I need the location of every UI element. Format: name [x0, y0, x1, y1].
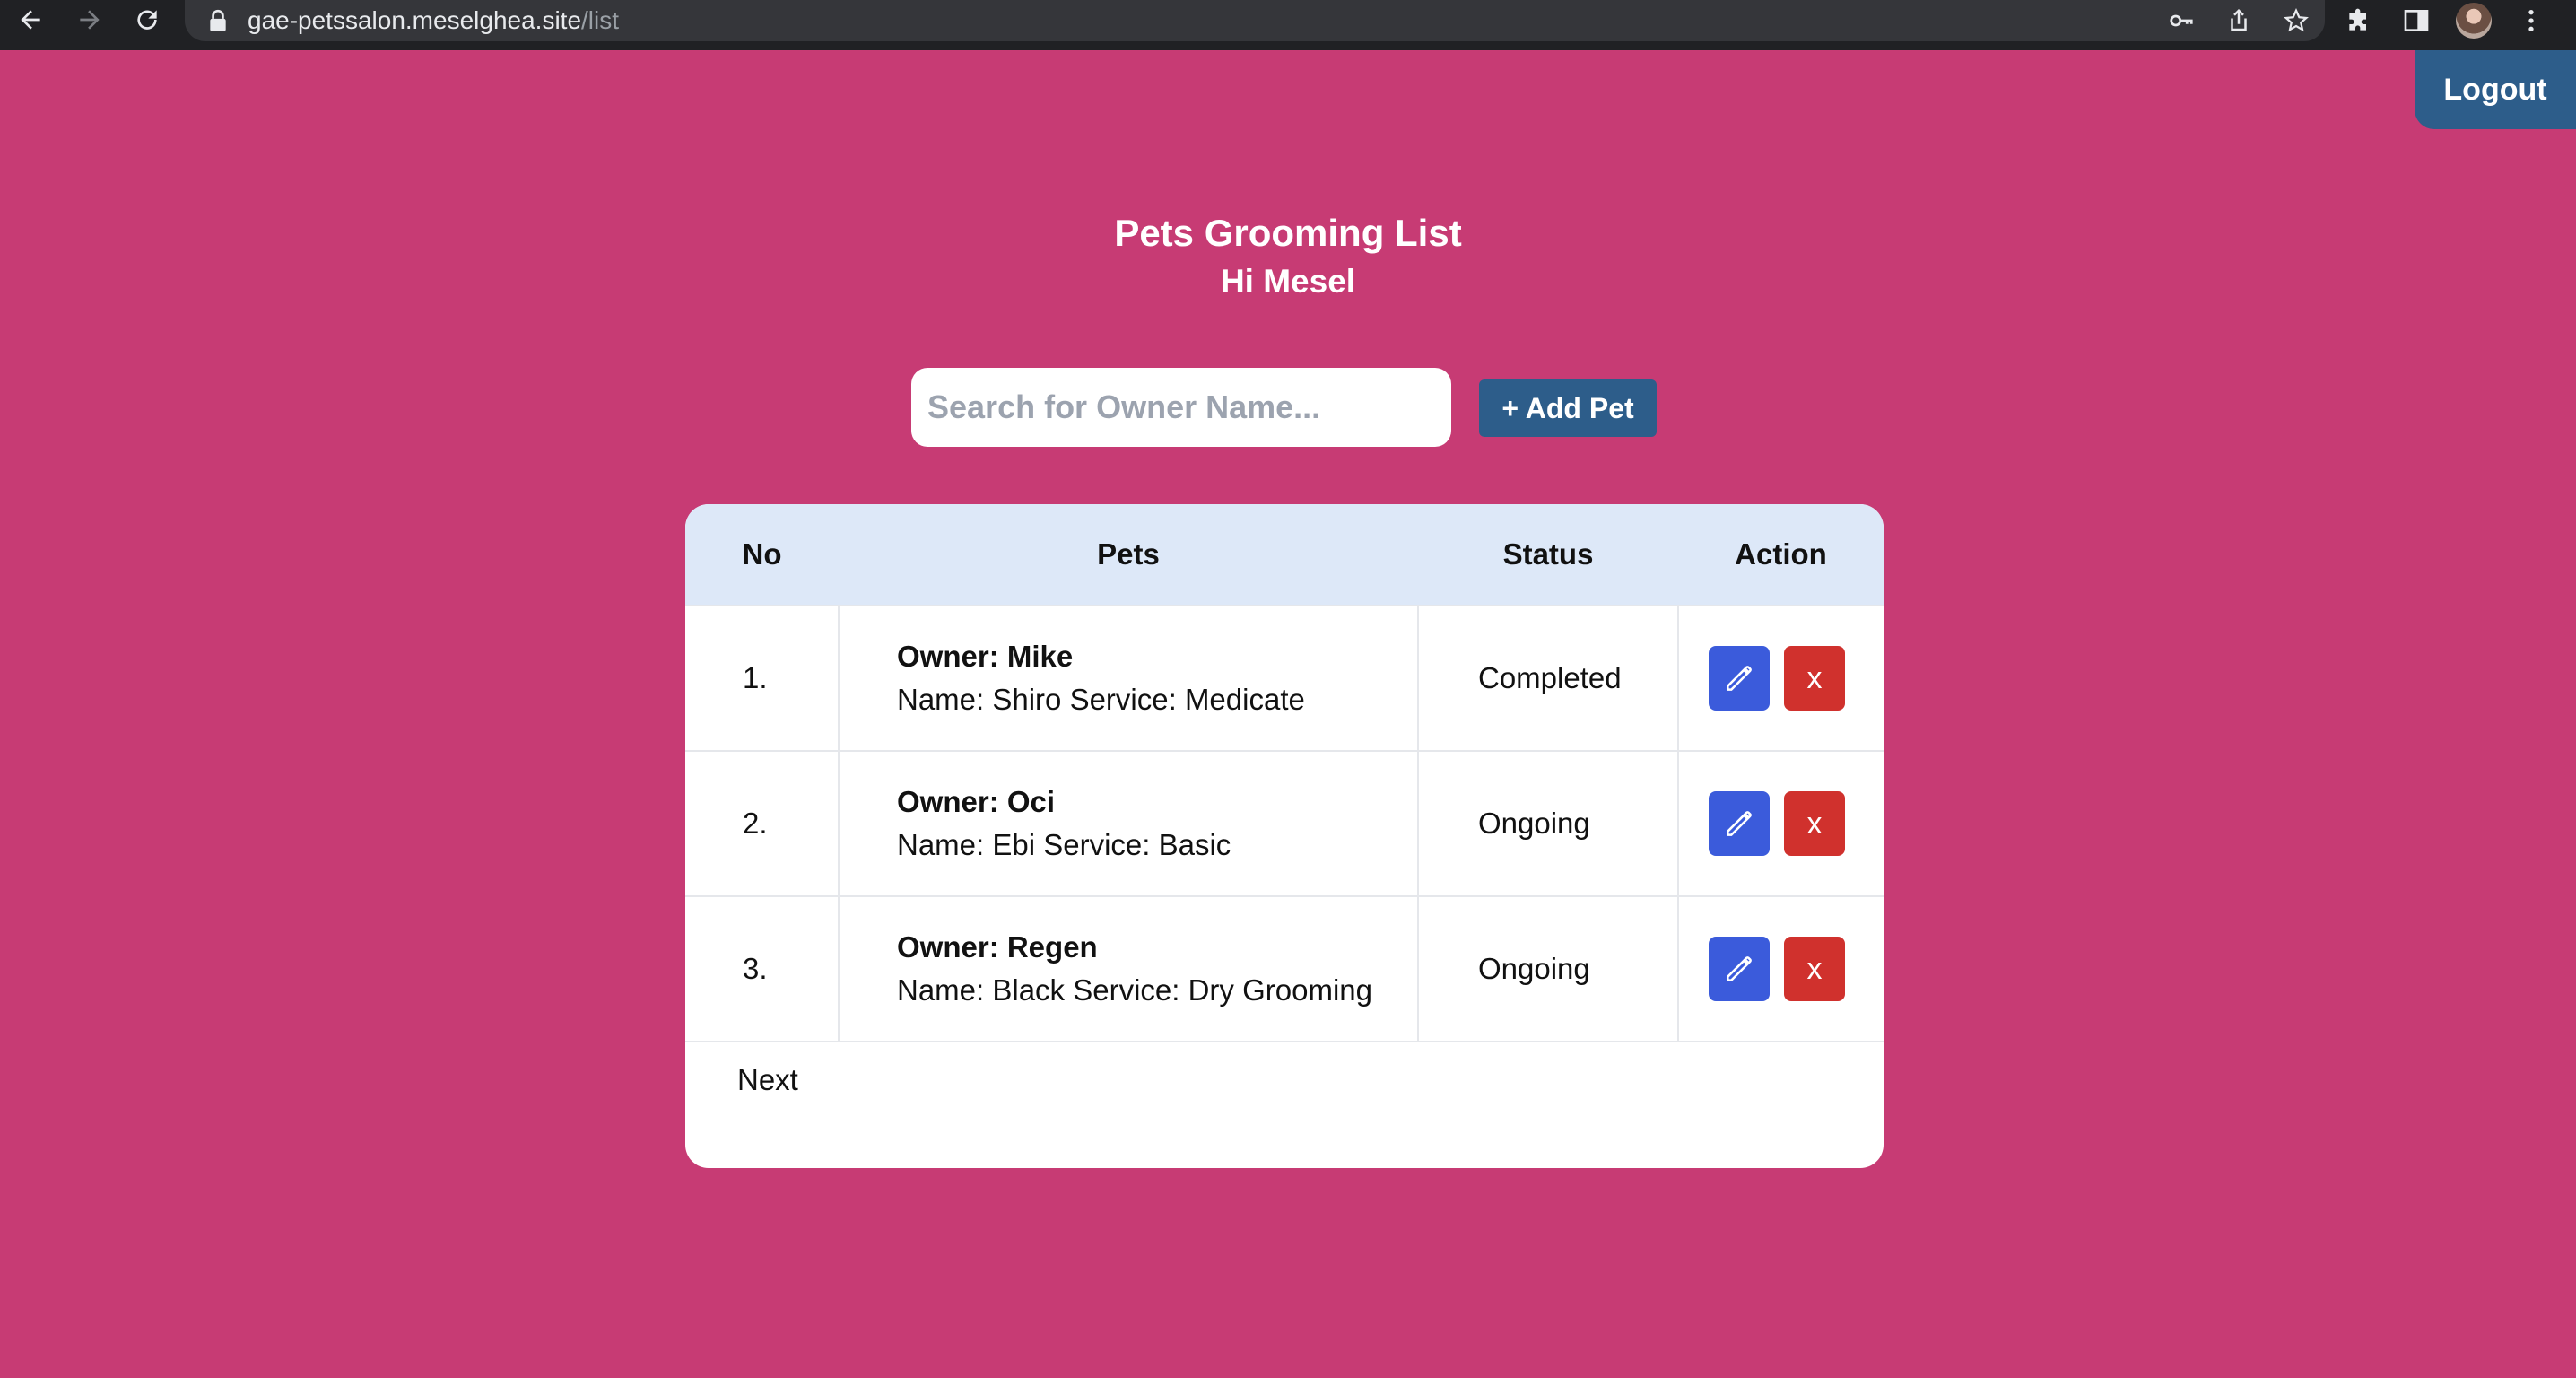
status-text: Ongoing	[1417, 751, 1678, 896]
status-text: Completed	[1417, 606, 1678, 751]
edit-button[interactable]	[1709, 937, 1770, 1001]
forward-icon	[80, 10, 100, 30]
pet-cell: Owner: Mike Name: Shiro Service: Medicat…	[838, 606, 1418, 751]
forward-button[interactable]	[65, 0, 115, 45]
column-header-status: Status	[1502, 537, 1594, 571]
pet-cell: Owner: Regen Name: Black Service: Dry Gr…	[838, 896, 1418, 1042]
delete-button[interactable]: x	[1784, 646, 1845, 711]
column-header-pets: Pets	[1097, 537, 1160, 571]
pencil-icon	[1727, 666, 1752, 691]
column-header-action: Action	[1735, 537, 1827, 571]
pet-details: Name: Ebi Service: Basic	[897, 828, 1231, 861]
next-page-link[interactable]: Next	[737, 1063, 798, 1096]
edit-button[interactable]	[1709, 791, 1770, 856]
pet-details: Name: Shiro Service: Medicate	[897, 683, 1305, 716]
owner-name: Owner: Oci	[897, 785, 1056, 818]
key-icon	[2170, 14, 2193, 27]
action-cell: x	[1677, 606, 1884, 751]
share-icon	[2231, 8, 2247, 31]
pencil-icon	[1727, 811, 1752, 836]
pet-details: Name: Black Service: Dry Grooming	[897, 973, 1372, 1007]
side-panel-button[interactable]	[2388, 0, 2445, 41]
logout-button[interactable]: Logout	[2415, 50, 2576, 129]
delete-button[interactable]: x	[1784, 791, 1845, 856]
owner-name: Owner: Regen	[897, 930, 1098, 964]
browser-toolbar: gae-petssalon.meselghea.site/list	[0, 0, 2576, 50]
url-host: gae-petssalon.meselghea.site	[248, 6, 582, 34]
delete-button[interactable]: x	[1784, 937, 1845, 1001]
table-row: 1. Owner: Mike Name: Shiro Service: Medi…	[685, 606, 1884, 751]
add-pet-button[interactable]: + Add Pet	[1479, 379, 1657, 437]
action-cell: x	[1677, 896, 1884, 1042]
column-header-no: No	[742, 537, 782, 571]
row-number: 1.	[743, 661, 768, 694]
table-row: 3. Owner: Regen Name: Black Service: Dry…	[685, 896, 1884, 1042]
status-text: Ongoing	[1417, 896, 1678, 1042]
back-icon	[21, 10, 40, 30]
page-content: Logout Pets Grooming List Hi Mesel + Add…	[0, 50, 2576, 1378]
menu-icon	[2528, 10, 2534, 31]
search-input[interactable]	[911, 368, 1451, 447]
password-key-button[interactable]	[2153, 0, 2210, 41]
owner-name: Owner: Mike	[897, 640, 1074, 673]
table-row: 2. Owner: Oci Name: Ebi Service: Basic O…	[685, 751, 1884, 896]
action-cell: x	[1677, 751, 1884, 896]
row-number: 2.	[743, 807, 768, 840]
star-icon	[2284, 8, 2309, 32]
menu-button[interactable]	[2502, 0, 2560, 41]
share-button[interactable]	[2210, 0, 2267, 41]
row-number: 3.	[743, 952, 768, 985]
extensions-icon	[2349, 8, 2366, 31]
avatar	[2456, 3, 2492, 39]
pencil-icon	[1727, 956, 1752, 981]
bookmark-star-button[interactable]	[2267, 0, 2325, 41]
pets-table-card: No Pets Status Action 1. Owner: Mike Nam…	[685, 504, 1884, 1168]
greeting: Hi Mesel	[1220, 263, 1356, 300]
url-text: gae-petssalon.meselghea.site/list	[248, 6, 619, 35]
lock-icon	[210, 9, 226, 31]
address-bar[interactable]: gae-petssalon.meselghea.site/list	[185, 0, 2325, 41]
profile-button[interactable]	[2445, 0, 2502, 41]
reload-icon	[137, 10, 157, 30]
reload-button[interactable]	[122, 0, 172, 45]
side-panel-icon	[2404, 10, 2429, 31]
edit-button[interactable]	[1709, 646, 1770, 711]
pagination-row: Next	[685, 1042, 1884, 1117]
pets-table: No Pets Status Action 1. Owner: Mike Nam…	[685, 504, 1884, 1117]
page-title: Pets Grooming List	[1114, 212, 1462, 254]
extensions-button[interactable]	[2330, 0, 2388, 41]
pet-cell: Owner: Oci Name: Ebi Service: Basic	[838, 751, 1418, 896]
url-path: /list	[581, 6, 620, 34]
back-button[interactable]	[5, 0, 56, 45]
table-header-row: No Pets Status Action	[685, 504, 1884, 606]
